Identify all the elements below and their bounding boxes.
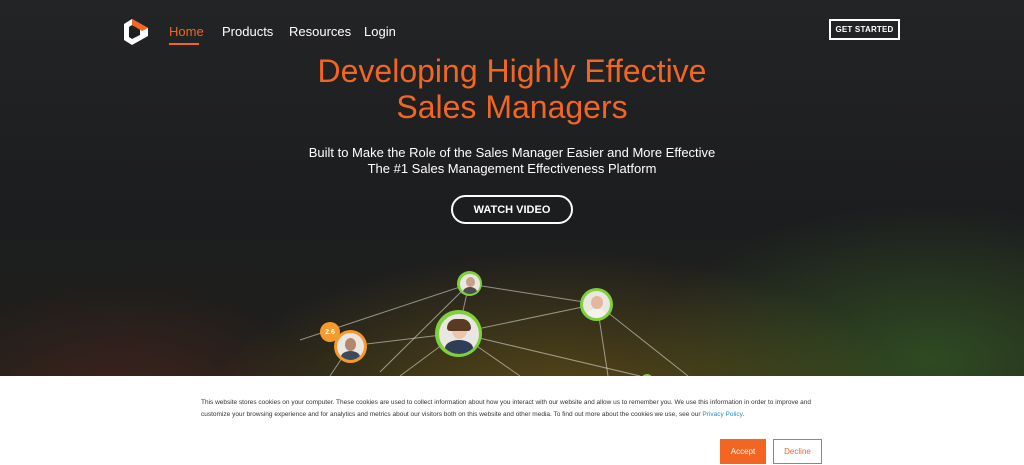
nav-resources[interactable]: Resources — [289, 24, 351, 39]
privacy-policy-link[interactable]: Privacy Policy — [702, 411, 742, 418]
cookie-banner: This website stores cookies on your comp… — [0, 376, 1024, 465]
nav-home-label: Home — [169, 24, 204, 39]
nav-active-underline — [169, 43, 199, 45]
nav-home[interactable]: Home — [169, 24, 204, 45]
avatar — [435, 310, 482, 357]
accept-button[interactable]: Accept — [720, 439, 766, 464]
avatar — [457, 271, 482, 296]
get-started-button[interactable]: GET STARTED — [829, 19, 900, 40]
cookie-message: This website stores cookies on your comp… — [201, 397, 821, 421]
nav-login[interactable]: Login — [364, 24, 396, 39]
score-badge: 2.6 — [320, 322, 340, 342]
nav-products[interactable]: Products — [222, 24, 273, 39]
cookie-message-suffix: . — [742, 411, 745, 418]
headline-line-1: Developing Highly Effective — [317, 53, 707, 89]
watch-video-button[interactable]: WATCH VIDEO — [451, 195, 573, 224]
subheadline-line-1: Built to Make the Role of the Sales Mana… — [308, 145, 716, 160]
headline-line-2: Sales Managers — [396, 89, 628, 125]
subheadline-line-2: The #1 Sales Management Effectiveness Pl… — [367, 161, 657, 176]
avatar — [580, 288, 613, 321]
decline-button[interactable]: Decline — [773, 439, 822, 464]
brand-logo-icon[interactable] — [124, 19, 148, 45]
